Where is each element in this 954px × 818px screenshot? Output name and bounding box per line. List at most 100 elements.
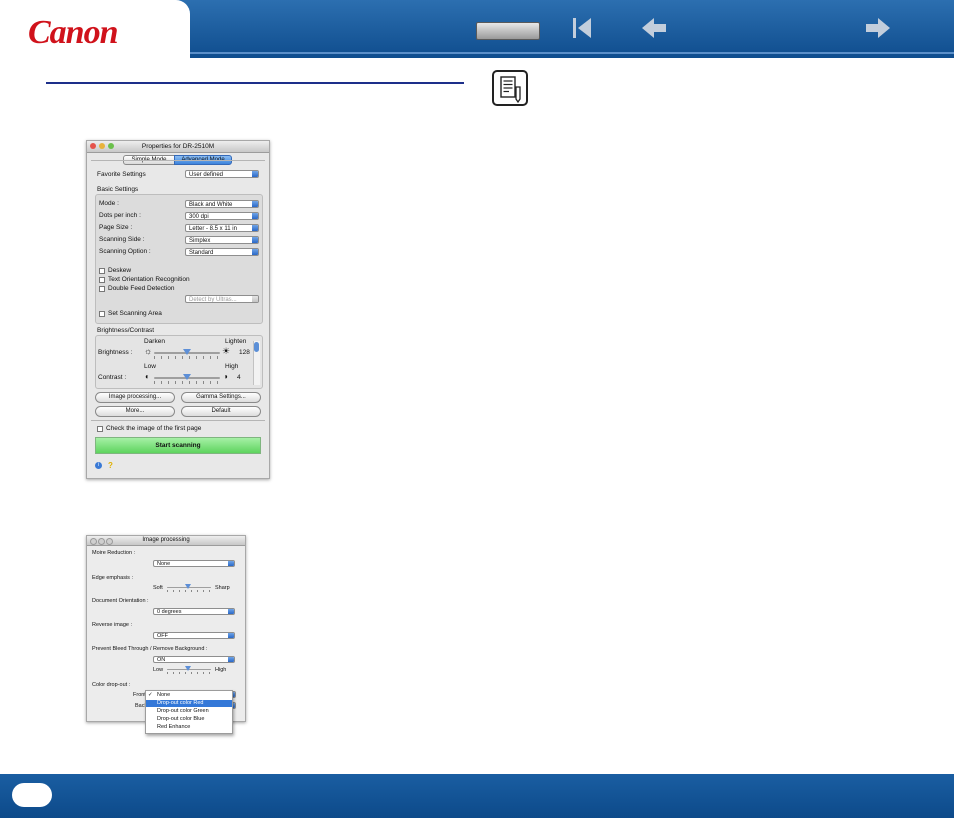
brightness-ticks bbox=[154, 356, 220, 359]
menu-item-dropout-red[interactable]: Drop-out color Red bbox=[146, 700, 232, 707]
contrast-slider-thumb[interactable] bbox=[183, 374, 191, 380]
reverse-image-label: Reverse image : bbox=[92, 622, 133, 628]
image-processing-window: Image processing Moire Reduction : None … bbox=[86, 535, 246, 734]
double-feed-label: Double Feed Detection bbox=[108, 285, 175, 292]
double-feed-checkbox[interactable] bbox=[99, 286, 105, 292]
checkmark-icon: ✓ bbox=[148, 692, 153, 698]
color-dropout-menu: ✓ None Drop-out color Red Drop-out color… bbox=[145, 690, 233, 734]
tab-divider bbox=[91, 160, 265, 161]
edge-high-label: Sharp bbox=[215, 585, 230, 591]
brightness-slider-thumb[interactable] bbox=[183, 349, 191, 355]
contrast-high-icon: ◑ bbox=[223, 372, 228, 381]
scanning-option-label: Scanning Option : bbox=[99, 248, 151, 255]
brightness-label: Brightness : bbox=[98, 349, 133, 356]
page-size-select[interactable]: Letter - 8.5 x 11 in bbox=[185, 224, 259, 232]
image-processing-button[interactable]: Image processing... bbox=[95, 392, 175, 403]
contrast-low-label: Low bbox=[144, 363, 156, 370]
note-icon bbox=[492, 70, 528, 106]
moire-label: Moire Reduction : bbox=[92, 550, 136, 556]
text-orientation-checkbox[interactable] bbox=[99, 277, 105, 283]
help-icon[interactable]: ? bbox=[108, 461, 113, 470]
contrast-high-label: High bbox=[225, 363, 239, 370]
first-page-icon[interactable] bbox=[571, 16, 593, 44]
orientation-label: Document Orientation : bbox=[92, 598, 149, 604]
page-size-label: Page Size : bbox=[99, 224, 133, 231]
color-dropout-label: Color drop-out : bbox=[92, 682, 131, 688]
menu-item-none[interactable]: ✓ None bbox=[146, 692, 232, 699]
brightness-contrast-title: Brightness/Contrast bbox=[97, 327, 155, 334]
dpi-select[interactable]: 300 dpi bbox=[185, 212, 259, 220]
previous-page-icon[interactable] bbox=[640, 16, 668, 44]
start-scanning-button[interactable]: Start scanning bbox=[95, 437, 261, 454]
deskew-checkbox[interactable] bbox=[99, 268, 105, 274]
section-title-rule bbox=[46, 82, 464, 84]
favorite-settings-select[interactable]: User defined bbox=[185, 170, 259, 178]
window-title: Properties for DR-2510M bbox=[141, 143, 215, 150]
menu-item-dropout-blue[interactable]: Drop-out color Blue bbox=[146, 716, 232, 723]
footer-bar bbox=[0, 774, 954, 818]
minimize-icon[interactable] bbox=[99, 143, 105, 149]
zoom-icon[interactable] bbox=[106, 538, 113, 545]
header-divider bbox=[190, 52, 954, 54]
bleed-through-select[interactable]: ON bbox=[153, 656, 235, 663]
contrast-low-icon: ◐ bbox=[145, 372, 150, 381]
mode-select[interactable]: Black and White bbox=[185, 200, 259, 208]
text-orientation-label: Text Orientation Recognition bbox=[108, 276, 190, 283]
contrast-value: 4 bbox=[237, 374, 241, 381]
brightness-low-icon: ☼ bbox=[144, 346, 153, 356]
window-title: Image processing bbox=[142, 537, 190, 543]
properties-window: Properties for DR-2510M Simple Mode Adva… bbox=[86, 140, 270, 479]
basic-settings-title: Basic Settings bbox=[97, 186, 139, 193]
scanning-option-select[interactable]: Standard bbox=[185, 248, 259, 256]
brightness-low-label: Darken bbox=[144, 338, 165, 345]
mode-label: Mode : bbox=[99, 200, 119, 207]
orientation-select[interactable]: 0 degrees bbox=[153, 608, 235, 615]
gamma-settings-button[interactable]: Gamma Settings... bbox=[181, 392, 261, 403]
bleed-through-label: Prevent Bleed Through / Remove Backgroun… bbox=[92, 646, 208, 652]
menu-item-dropout-green[interactable]: Drop-out color Green bbox=[146, 708, 232, 715]
check-first-page-label: Check the image of the first page bbox=[106, 425, 202, 432]
scanning-side-select[interactable]: Simplex bbox=[185, 236, 259, 244]
set-scanning-area-checkbox[interactable] bbox=[99, 311, 105, 317]
menu-item-red-enhance[interactable]: Red Enhance bbox=[146, 724, 232, 731]
scanning-side-label: Scanning Side : bbox=[99, 236, 145, 243]
reverse-image-select[interactable]: OFF bbox=[153, 632, 235, 639]
bleed-low-label: Low bbox=[153, 667, 164, 673]
more-button[interactable]: More... bbox=[95, 406, 175, 417]
next-page-icon[interactable] bbox=[864, 16, 892, 44]
home-button[interactable] bbox=[476, 22, 540, 40]
detect-by-select[interactable]: Detect by Ultras... bbox=[185, 295, 259, 303]
scrollbar-thumb[interactable] bbox=[254, 342, 259, 352]
image-processing-titlebar[interactable]: Image processing bbox=[87, 536, 245, 546]
deskew-label: Deskew bbox=[108, 267, 132, 274]
edge-slider-thumb[interactable] bbox=[185, 584, 191, 589]
brightness-scrollbar[interactable] bbox=[253, 341, 260, 385]
info-icon[interactable]: i bbox=[95, 462, 102, 469]
front-label: Front bbox=[133, 692, 146, 698]
bleed-slider-thumb[interactable] bbox=[185, 666, 191, 671]
bleed-high-label: High bbox=[215, 667, 227, 673]
favorite-settings-label: Favorite Settings bbox=[97, 171, 146, 178]
close-icon[interactable] bbox=[90, 538, 97, 545]
contrast-label: Contrast : bbox=[98, 374, 127, 381]
edge-low-label: Soft bbox=[153, 585, 163, 591]
canon-logo: Canon bbox=[28, 14, 118, 51]
moire-select[interactable]: None bbox=[153, 560, 235, 567]
default-button[interactable]: Default bbox=[181, 406, 261, 417]
check-first-page-checkbox[interactable] bbox=[97, 426, 103, 432]
bleed-ticks bbox=[167, 672, 211, 674]
close-icon[interactable] bbox=[90, 143, 96, 149]
separator bbox=[91, 420, 265, 421]
brightness-value: 128 bbox=[239, 349, 250, 356]
dpi-label: Dots per inch : bbox=[99, 212, 141, 219]
brightness-high-label: Lighten bbox=[225, 338, 247, 345]
minimize-icon[interactable] bbox=[98, 538, 105, 545]
zoom-icon[interactable] bbox=[108, 143, 114, 149]
edge-emphasis-label: Edge emphasis : bbox=[92, 575, 133, 581]
properties-titlebar[interactable]: Properties for DR-2510M bbox=[87, 141, 269, 153]
page-number-badge bbox=[12, 783, 52, 807]
set-scanning-area-label: Set Scanning Area bbox=[108, 310, 162, 317]
edge-ticks bbox=[167, 590, 211, 592]
contrast-ticks bbox=[154, 381, 220, 384]
brightness-high-icon: ☀ bbox=[222, 346, 231, 356]
